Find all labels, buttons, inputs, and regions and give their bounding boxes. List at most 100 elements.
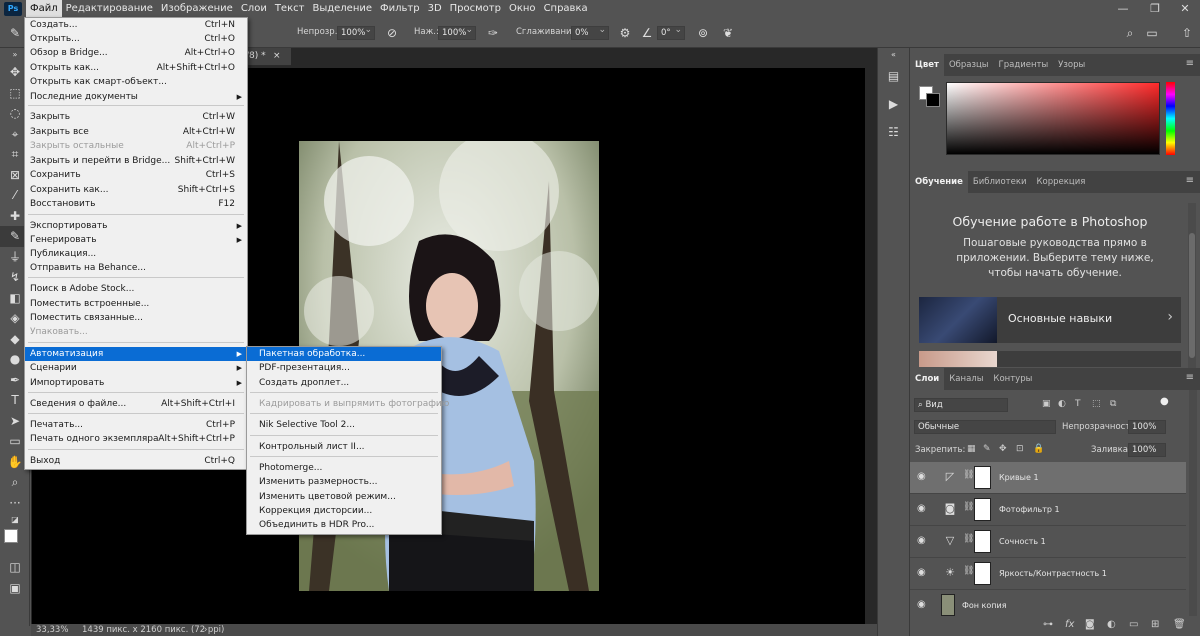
- file-menu-item[interactable]: Поместить связанные...: [25, 311, 247, 325]
- lock-transparent-icon[interactable]: ▦: [967, 444, 976, 454]
- file-menu-item[interactable]: Отправить на Behance...: [25, 261, 247, 275]
- layer-row[interactable]: ◉ ▽ ⛓ Сочность 1: [910, 526, 1186, 558]
- menu-image[interactable]: Изображение: [157, 0, 237, 18]
- layer-mask-thumbnail[interactable]: [974, 562, 991, 585]
- file-menu-item[interactable]: Закрыть Ctrl+W: [25, 110, 247, 124]
- lock-all-icon[interactable]: 🔒: [1033, 444, 1044, 454]
- status-more-icon[interactable]: ›: [204, 625, 207, 635]
- filter-toggle-icon[interactable]: ●: [1160, 396, 1169, 407]
- layer-filter-select[interactable]: ⌕ Вид: [914, 398, 1008, 412]
- filter-pixel-icon[interactable]: ▣: [1042, 399, 1051, 409]
- blend-mode-select[interactable]: Обычные: [914, 420, 1056, 434]
- file-menu-item[interactable]: Генерировать ▶: [25, 233, 247, 247]
- minimize-button[interactable]: —: [1108, 0, 1138, 18]
- history-icon[interactable]: ▤: [878, 62, 909, 90]
- brush-preset-icon[interactable]: ✎: [6, 24, 24, 42]
- layer-mask-thumbnail[interactable]: [974, 530, 991, 553]
- fx-icon[interactable]: fx: [1065, 619, 1074, 630]
- automation-menu-item[interactable]: PDF-презентация...: [247, 361, 441, 375]
- layer-name[interactable]: Яркость/Контрастность 1: [999, 569, 1107, 578]
- lock-artboard-icon[interactable]: ⊡: [1016, 444, 1024, 454]
- automation-menu-item[interactable]: Изменить цветовой режим...: [247, 490, 441, 504]
- file-menu-item[interactable]: Закрыть и перейти в Bridge... Shift+Ctrl+…: [25, 154, 247, 168]
- learn-scrollbar[interactable]: [1188, 203, 1196, 368]
- filter-adjustment-icon[interactable]: ◐: [1058, 399, 1066, 409]
- opacity-field[interactable]: 100%: [337, 24, 375, 40]
- layer-fill-field[interactable]: 100%: [1128, 443, 1166, 457]
- file-menu-item[interactable]: Выход Ctrl+Q: [25, 454, 247, 468]
- file-menu-item[interactable]: Сохранить Ctrl+S: [25, 168, 247, 182]
- eye-icon[interactable]: ◉: [917, 599, 926, 610]
- background-swatch[interactable]: [926, 93, 940, 107]
- menu-filter[interactable]: Фильтр: [376, 0, 424, 18]
- tab-patterns[interactable]: Узоры: [1053, 54, 1090, 76]
- layer-mask-thumbnail[interactable]: [974, 466, 991, 489]
- tab-gradients[interactable]: Градиенты: [994, 54, 1054, 76]
- play-actions-icon[interactable]: ▶: [878, 90, 909, 118]
- automation-menu-item[interactable]: Коррекция дисторсии...: [247, 504, 441, 518]
- close-window-button[interactable]: ✕: [1170, 0, 1200, 18]
- filter-shape-icon[interactable]: ⬚: [1092, 399, 1101, 409]
- properties-icon[interactable]: ☷: [878, 118, 909, 146]
- layer-row[interactable]: ◉ ◸ ⛓ Кривые 1: [910, 462, 1186, 494]
- menu-text[interactable]: Текст: [271, 0, 309, 18]
- trash-icon[interactable]: 🗑: [1173, 619, 1186, 630]
- tab-libraries[interactable]: Библиотеки: [968, 171, 1032, 193]
- layer-opacity-field[interactable]: 100%: [1128, 420, 1166, 434]
- file-menu-item[interactable]: Поиск в Adobe Stock...: [25, 282, 247, 296]
- file-menu-item[interactable]: Обзор в Bridge... Alt+Ctrl+O: [25, 46, 247, 60]
- file-menu-item[interactable]: Экспортировать ▶: [25, 219, 247, 233]
- tab-paths[interactable]: Контуры: [988, 368, 1037, 390]
- link-icon[interactable]: ⛓: [963, 502, 974, 512]
- layer-name[interactable]: Фотофильтр 1: [999, 505, 1060, 514]
- menu-layers[interactable]: Слои: [237, 0, 271, 18]
- panel-menu-icon[interactable]: ≡: [1186, 58, 1194, 69]
- add-mask-icon[interactable]: ◙: [1085, 619, 1095, 630]
- link-icon[interactable]: ⛓: [963, 470, 974, 480]
- file-menu-item[interactable]: Публикация...: [25, 247, 247, 261]
- menu-window[interactable]: Окно: [505, 0, 540, 18]
- link-layers-icon[interactable]: ⊶: [1043, 619, 1053, 630]
- eye-icon[interactable]: ◉: [917, 471, 926, 482]
- automation-menu-item[interactable]: Photomerge...: [247, 461, 441, 475]
- maximize-button[interactable]: ❐: [1140, 0, 1170, 18]
- panel-menu-icon[interactable]: ≡: [1186, 175, 1194, 186]
- eye-icon[interactable]: ◉: [917, 535, 926, 546]
- learn-card-basics[interactable]: Основные навыки ›: [919, 297, 1181, 343]
- gear-icon[interactable]: ⚙: [616, 24, 634, 42]
- tab-color[interactable]: Цвет: [910, 54, 944, 76]
- tab-adjustments[interactable]: Коррекция: [1032, 171, 1091, 193]
- symmetry-icon[interactable]: ❦: [719, 24, 737, 42]
- lock-position-icon[interactable]: ✥: [999, 444, 1007, 454]
- layer-name[interactable]: Фон копия: [962, 601, 1007, 610]
- file-menu-item[interactable]: Автоматизация ▶: [25, 347, 247, 361]
- close-tab-icon[interactable]: ×: [273, 51, 281, 61]
- zoom-tool-icon[interactable]: ⌕: [0, 472, 30, 493]
- menu-select[interactable]: Выделение: [308, 0, 376, 18]
- automation-menu-item[interactable]: Nik Selective Tool 2...: [247, 418, 441, 432]
- tab-channels[interactable]: Каналы: [944, 368, 988, 390]
- file-menu-item[interactable]: Открыть как смарт-объект...: [25, 75, 247, 89]
- file-menu-item[interactable]: Импортировать ▶: [25, 376, 247, 390]
- file-menu-item[interactable]: Сценарии ▶: [25, 361, 247, 375]
- lock-pixels-icon[interactable]: ✎: [983, 444, 991, 454]
- airbrush-icon[interactable]: ✑: [484, 24, 502, 42]
- angle-field[interactable]: 0°: [657, 24, 685, 40]
- screen-mode-icon[interactable]: ▣: [0, 578, 30, 599]
- file-menu-item[interactable]: Печатать... Ctrl+P: [25, 418, 247, 432]
- layer-name[interactable]: Кривые 1: [999, 473, 1039, 482]
- automation-menu-item[interactable]: Контрольный лист II...: [247, 440, 441, 454]
- file-menu-item[interactable]: Сохранить как... Shift+Ctrl+S: [25, 183, 247, 197]
- file-menu-item[interactable]: Открыть как... Alt+Shift+Ctrl+O: [25, 61, 247, 75]
- filter-type-icon[interactable]: T: [1075, 399, 1081, 409]
- pressure-field[interactable]: 100%: [438, 24, 476, 40]
- filter-smart-icon[interactable]: ⧉: [1110, 399, 1116, 409]
- tab-layers[interactable]: Слои: [910, 368, 945, 390]
- learn-card-next[interactable]: [919, 351, 1181, 367]
- collapse-icon[interactable]: «: [878, 48, 909, 62]
- layer-thumbnail[interactable]: [941, 594, 955, 616]
- file-menu-item[interactable]: Сведения о файле... Alt+Shift+Ctrl+I: [25, 397, 247, 411]
- menu-view[interactable]: Просмотр: [446, 0, 505, 18]
- quick-mask-icon[interactable]: ◫: [0, 557, 30, 578]
- tab-learn[interactable]: Обучение: [910, 171, 968, 193]
